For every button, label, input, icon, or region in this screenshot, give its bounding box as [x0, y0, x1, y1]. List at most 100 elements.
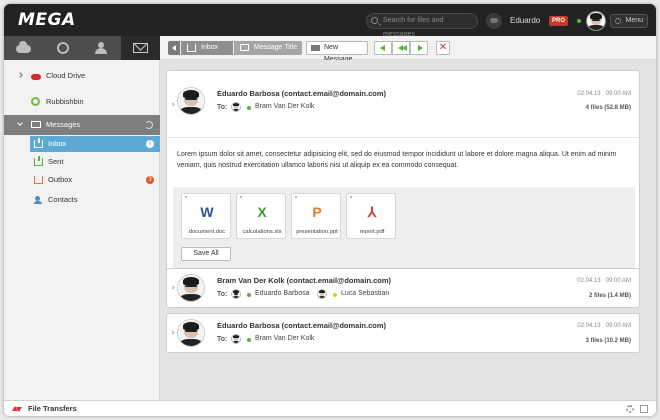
select-checkbox[interactable]: [240, 196, 242, 198]
tab-messages[interactable]: [121, 36, 160, 60]
excel-icon: X: [257, 204, 267, 220]
to-label: To:: [217, 104, 228, 111]
cloud-sync-icon[interactable]: [486, 13, 502, 29]
message-time: 09:00 AM: [605, 91, 631, 97]
sent-icon: [34, 156, 43, 166]
select-checkbox[interactable]: [350, 196, 352, 198]
gear-icon: [615, 18, 621, 24]
sidebar-item-rubbish-bin[interactable]: Rubbishbin: [4, 92, 160, 112]
mega-logo[interactable]: MEGA: [18, 10, 76, 30]
recycle-icon: [31, 97, 40, 106]
message-datetime: 02.04.13 09:00 AM: [577, 323, 631, 329]
expand-icon[interactable]: [170, 285, 175, 290]
user-name[interactable]: Eduardo: [510, 16, 540, 25]
save-all-button[interactable]: Save All: [181, 247, 231, 261]
breadcrumb-inbox[interactable]: Inbox: [181, 41, 233, 55]
recipient-avatar: [317, 289, 327, 299]
chevron-right-icon[interactable]: [17, 72, 23, 78]
breadcrumb-message-title[interactable]: Message Title: [234, 41, 302, 55]
sidebar-item-cloud-drive[interactable]: Cloud Drive: [4, 66, 160, 86]
to-label: To:: [217, 291, 228, 298]
message-card[interactable]: Bram Van Der Kolk (contact.email@domain.…: [166, 268, 640, 308]
delete-button[interactable]: ✕: [436, 41, 450, 55]
recipient-name[interactable]: Bram Van Der Kolk: [255, 103, 314, 110]
recipient-name[interactable]: Bram Van Der Kolk: [255, 335, 314, 342]
message-datetime: 02.04.13 09:00 AM: [577, 91, 631, 97]
online-status-dot: [577, 19, 581, 23]
search-placeholder: Search for files and messages: [383, 17, 444, 38]
sidebar-tabs: [4, 36, 160, 60]
refresh-icon[interactable]: [145, 121, 153, 129]
sidebar-item-outbox[interactable]: Outbox 3: [30, 172, 160, 188]
user-avatar[interactable]: [586, 11, 606, 31]
attachment-summary: 2 files (1.4 MB): [588, 293, 631, 299]
sidebar-item-messages[interactable]: Messages: [4, 115, 160, 135]
sidebar-item-contacts[interactable]: Contacts: [30, 192, 160, 208]
search-input[interactable]: Search for files and messages: [366, 13, 478, 38]
gear-icon[interactable]: [626, 405, 634, 413]
search-icon: [371, 17, 378, 24]
breadcrumb-label: Message Title: [254, 44, 298, 51]
forward-button[interactable]: [410, 41, 428, 55]
menu-label: Menu: [625, 17, 643, 24]
sender-name: Bram Van Der Kolk (contact.email@domain.…: [217, 276, 392, 285]
inbox-icon: [34, 138, 43, 148]
sender-avatar: [177, 274, 205, 302]
app-window: MEGA Search for files and messages Eduar…: [4, 4, 656, 416]
attachment-document[interactable]: W document.doc: [181, 193, 231, 239]
menu-button[interactable]: Menu: [610, 14, 648, 28]
tab-contacts[interactable]: [82, 36, 121, 60]
attachment-presentation[interactable]: P presentation.ppt: [291, 193, 341, 239]
expand-icon[interactable]: [170, 330, 175, 335]
reply-all-button[interactable]: [392, 41, 410, 55]
sidebar-item-label: Messages: [46, 120, 81, 129]
file-transfers-bar[interactable]: File Transfers: [4, 400, 656, 416]
sidebar-item-label: Sent: [48, 157, 64, 166]
cloud-icon: [31, 74, 41, 80]
new-message-button[interactable]: New Message: [306, 41, 368, 63]
pro-badge: PRO: [549, 16, 569, 26]
sidebar-item-inbox[interactable]: Inbox i: [30, 136, 160, 152]
sidebar-item-sent[interactable]: Sent: [30, 154, 160, 170]
outbox-count-badge: 3: [146, 176, 154, 184]
collapse-icon[interactable]: [170, 102, 175, 107]
sidebar-item-label: Inbox: [48, 139, 67, 148]
message-list: Eduardo Barbosa (contact.email@domain.co…: [160, 60, 656, 400]
attachments-panel: W document.doc X calculations.xls P pres…: [173, 187, 635, 269]
info-icon: i: [146, 140, 154, 148]
recipient-avatar: [231, 102, 241, 112]
contacts-icon: [34, 196, 43, 204]
recipient-name[interactable]: Eduardo Barbosa: [255, 290, 309, 297]
envelope-icon: [311, 45, 320, 51]
envelope-icon: [133, 43, 148, 53]
message-card-expanded[interactable]: Eduardo Barbosa (contact.email@domain.co…: [166, 70, 640, 274]
reply-button[interactable]: [374, 41, 392, 55]
away-status-dot: [333, 293, 337, 297]
attachment-spreadsheet[interactable]: X calculations.xls: [236, 193, 286, 239]
expand-icon[interactable]: [640, 405, 648, 413]
breadcrumb-label: Inbox: [201, 44, 219, 51]
recipient-name[interactable]: Luca Sebastian: [341, 290, 389, 297]
chevron-down-icon[interactable]: [17, 120, 23, 126]
transfer-arrows-icon: [12, 406, 22, 412]
attachment-pdf[interactable]: ⅄ report.pdf: [346, 193, 396, 239]
message-body: Lorem ipsum dolor sit amet, consectetur …: [177, 151, 617, 169]
powerpoint-icon: P: [312, 204, 322, 220]
attachment-name: calculations.xls: [242, 229, 282, 235]
back-button[interactable]: [168, 41, 180, 55]
attachment-name: presentation.ppt: [296, 229, 338, 235]
sidebar-item-label: Contacts: [48, 195, 78, 204]
message-date: 02.04.13: [577, 278, 601, 284]
tab-rubbish-bin[interactable]: [43, 36, 82, 60]
message-card[interactable]: Eduardo Barbosa (contact.email@domain.co…: [166, 313, 640, 353]
tab-cloud-drive[interactable]: [4, 36, 43, 60]
sender-avatar: [177, 319, 205, 347]
online-status-dot: [247, 293, 251, 297]
sender-name: Eduardo Barbosa (contact.email@domain.co…: [217, 321, 387, 330]
select-checkbox[interactable]: [295, 196, 297, 198]
attachment-summary: 4 files (52.8 MB): [585, 105, 631, 111]
top-bar: MEGA Search for files and messages Eduar…: [4, 4, 656, 38]
sidebar-item-label: Rubbishbin: [46, 97, 84, 106]
select-checkbox[interactable]: [185, 196, 187, 198]
sidebar-item-label: Cloud Drive: [46, 71, 86, 80]
